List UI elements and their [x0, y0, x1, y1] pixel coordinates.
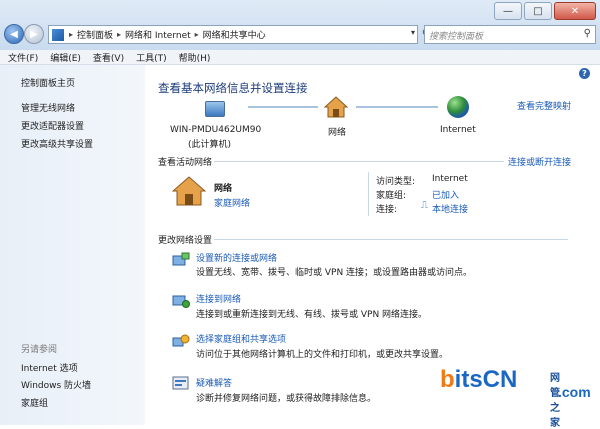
local-connection-link[interactable]: 本地连接	[432, 202, 468, 215]
task-description: 访问位于其他网络计算机上的文件和打印机，或更改共享设置。	[196, 350, 449, 360]
sidebar-item-adapter-settings[interactable]: 更改适配器设置	[21, 119, 84, 132]
internet-label: Internet	[440, 125, 476, 135]
home-network-icon	[172, 176, 206, 206]
sidebar-item-advanced-sharing[interactable]: 更改高级共享设置	[21, 137, 93, 150]
search-icon[interactable]: ⚲	[584, 28, 591, 39]
watermark-logo-text: itsCN	[454, 366, 518, 393]
arrow-right-icon: ▶	[30, 28, 38, 40]
watermark-logo-b: b	[440, 366, 455, 393]
window-controls: — □ ✕	[492, 2, 596, 20]
connection-line	[356, 106, 438, 108]
search-placeholder: 搜索控制面板	[429, 32, 484, 42]
new-connection-icon	[172, 252, 190, 266]
task-description: 设置无线、宽带、拨号、临时或 VPN 连接；或设置路由器或访问点。	[196, 268, 473, 278]
network-type-link[interactable]: 家庭网络	[214, 196, 250, 209]
active-networks-heading: 查看活动网络	[158, 158, 213, 168]
site-watermark: bitsCN 网管之家 .com	[440, 366, 591, 429]
search-input[interactable]: 搜索控制面板 ⚲	[424, 25, 596, 44]
menu-view[interactable]: 查看(V)	[93, 51, 124, 64]
see-also-heading: 另请参阅	[21, 345, 58, 355]
arrow-left-icon: ◀	[10, 28, 18, 40]
menu-bar: 文件(F) 编辑(E) 查看(V) 工具(T) 帮助(H)	[0, 50, 600, 65]
computer-name: WIN-PMDU462UM90	[170, 125, 262, 135]
sidebar-item-manage-wireless[interactable]: 管理无线网络	[21, 101, 75, 114]
breadcrumb-separator: ▸	[117, 30, 122, 39]
menu-tools[interactable]: 工具(T)	[136, 51, 167, 64]
task-connect-to-network[interactable]: 连接到网络	[196, 292, 241, 305]
sidebar-item-homegroup[interactable]: 家庭组	[21, 396, 48, 409]
page-title: 查看基本网络信息并设置连接	[158, 81, 308, 95]
network-label: 网络	[328, 128, 347, 138]
troubleshoot-icon	[172, 376, 189, 390]
task-description: 诊断并修复网络问题，或获得故障排除信息。	[196, 394, 377, 404]
breadcrumb-network-sharing-center[interactable]: 网络和共享中心	[203, 28, 266, 41]
change-settings-heading: 更改网络设置	[158, 236, 213, 246]
network-sharing-center-window: — □ ✕ ◀ ▶ ▸ 控制面板 ▸ 网络和 Internet ▸ 网络和共享中…	[0, 0, 600, 429]
menu-file[interactable]: 文件(F)	[8, 51, 38, 64]
breadcrumb-network-internet[interactable]: 网络和 Internet	[125, 28, 191, 41]
sidebar-item-internet-options[interactable]: Internet 选项	[21, 361, 78, 374]
forward-button[interactable]: ▶	[24, 24, 44, 44]
menu-help[interactable]: 帮助(H)	[179, 51, 211, 64]
computer-icon	[205, 101, 225, 117]
active-network-name: 网络	[214, 184, 233, 194]
breadcrumb-separator: ▸	[69, 30, 74, 39]
task-description: 连接到或重新连接到无线、有线、拨号或 VPN 网络连接。	[196, 310, 428, 320]
sidebar-item-control-panel-home[interactable]: 控制面板主页	[21, 76, 75, 89]
close-button[interactable]: ✕	[554, 2, 596, 20]
task-homegroup-sharing[interactable]: 选择家庭组和共享选项	[196, 332, 286, 345]
ethernet-icon: ⎍	[421, 200, 428, 211]
help-icon[interactable]: ?	[579, 68, 590, 79]
computer-subtitle: (此计算机)	[188, 140, 232, 150]
access-type-value: Internet	[432, 174, 468, 184]
control-panel-icon	[52, 28, 64, 41]
homegroup-label: 家庭组:	[376, 191, 407, 201]
menu-edit[interactable]: 编辑(E)	[50, 51, 81, 64]
left-pane: 控制面板主页 管理无线网络 更改适配器设置 更改高级共享设置 另请参阅 Inte…	[0, 65, 145, 425]
breadcrumb-control-panel[interactable]: 控制面板	[77, 28, 113, 41]
sidebar-item-windows-firewall[interactable]: Windows 防火墙	[21, 378, 91, 391]
watermark-domain: .com	[558, 384, 591, 400]
vertical-divider	[368, 172, 369, 216]
address-bar[interactable]: ▸ 控制面板 ▸ 网络和 Internet ▸ 网络和共享中心 ▾	[48, 25, 418, 44]
back-button[interactable]: ◀	[4, 24, 24, 44]
section-divider	[214, 239, 568, 240]
task-setup-new-connection[interactable]: 设置新的连接或网络	[196, 251, 277, 264]
connect-disconnect-link[interactable]: 连接或断开连接	[508, 155, 571, 168]
minimize-button[interactable]: —	[494, 2, 522, 20]
breadcrumb-separator: ▸	[194, 30, 199, 39]
full-map-link[interactable]: 查看完整映射	[517, 99, 571, 112]
chevron-down-icon[interactable]: ▾	[411, 28, 415, 37]
connect-network-icon	[172, 295, 190, 308]
connections-label: 连接:	[376, 205, 398, 215]
homegroup-value-link[interactable]: 已加入	[432, 188, 459, 201]
section-divider	[214, 161, 504, 162]
title-bar: — □ ✕ ◀ ▶ ▸ 控制面板 ▸ 网络和 Internet ▸ 网络和共享中…	[0, 0, 600, 50]
homegroup-sharing-icon	[172, 334, 190, 347]
access-type-label: 访问类型:	[376, 177, 416, 187]
internet-globe-icon	[447, 96, 469, 118]
task-troubleshoot[interactable]: 疑难解答	[196, 376, 232, 389]
connection-line	[248, 106, 318, 108]
network-house-icon	[324, 96, 348, 118]
maximize-button[interactable]: □	[524, 2, 552, 20]
